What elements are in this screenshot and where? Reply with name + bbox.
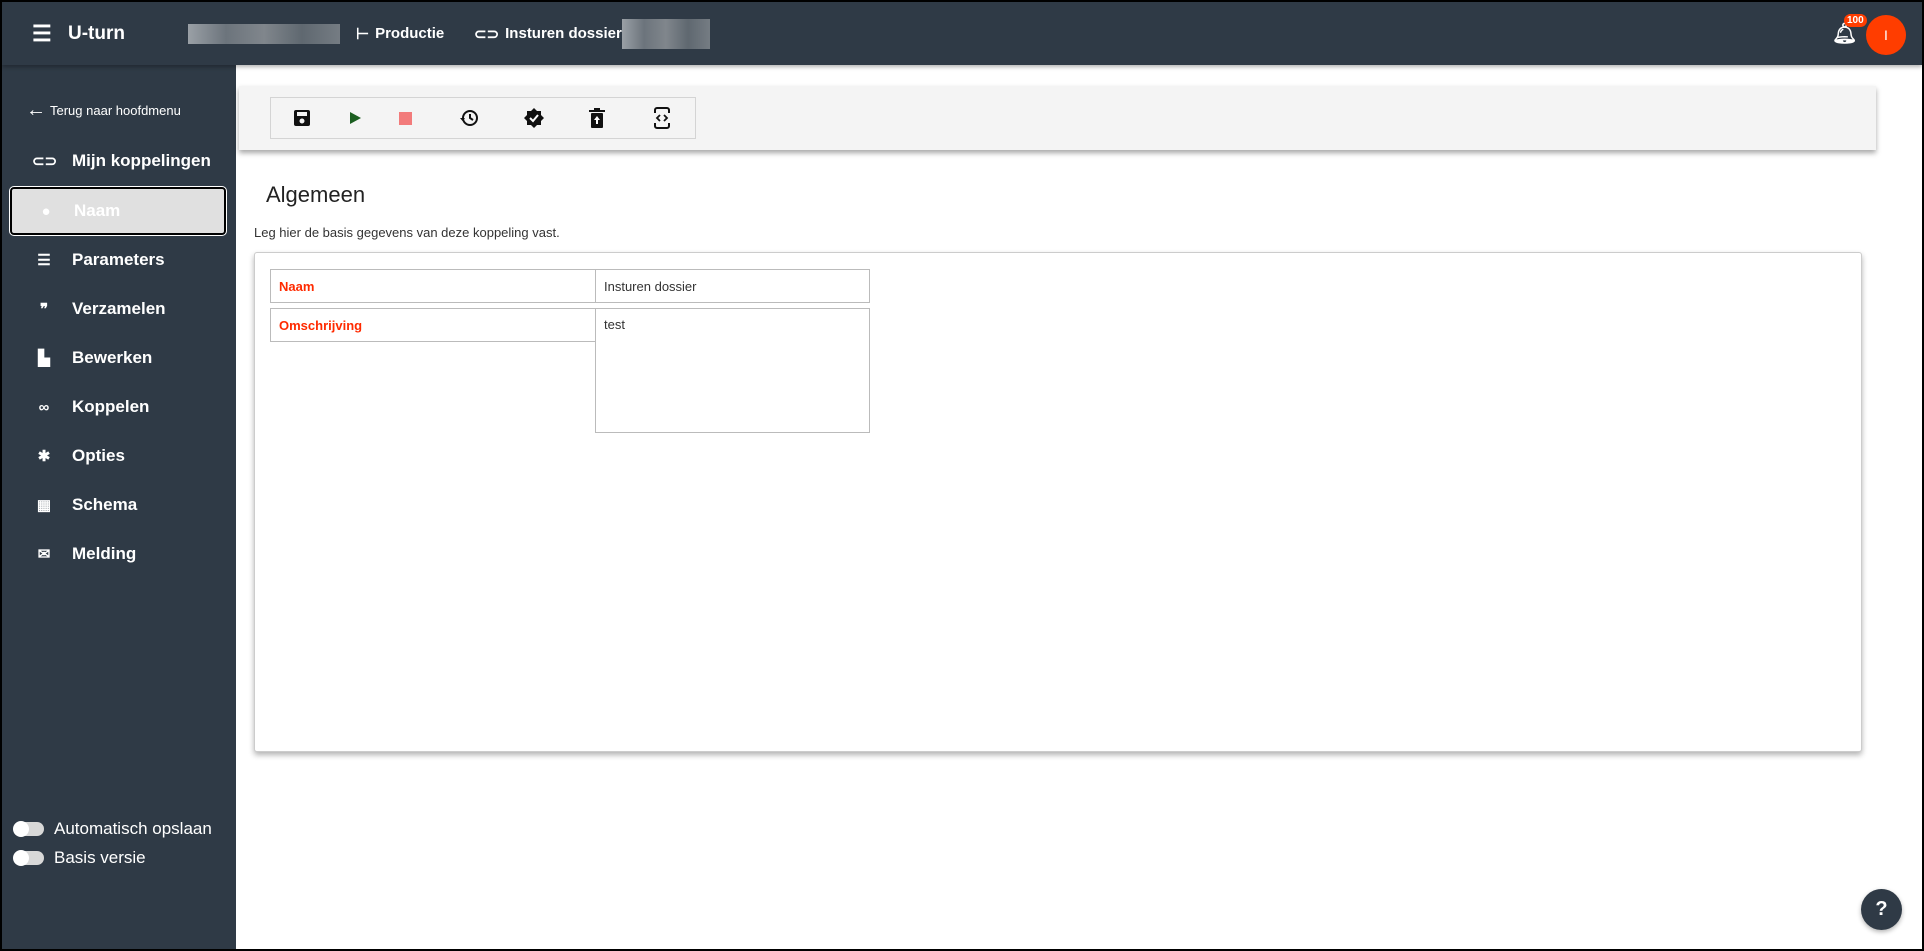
code-button[interactable] [647, 98, 677, 138]
history-icon [460, 110, 478, 126]
app-title[interactable]: U-turn [68, 2, 125, 65]
page-subtitle: Leg hier de basis gegevens van deze kopp… [254, 225, 560, 240]
envelope-icon: ✉ [37, 546, 51, 563]
toggle-switch[interactable] [13, 850, 44, 866]
link-icon: ⊂⊃ [474, 25, 500, 43]
sidebar-item-bewerken[interactable]: ▙ Bewerken [10, 334, 226, 382]
integration-breadcrumb[interactable]: ⊂⊃ Insturen dossier [474, 2, 710, 65]
save-icon [294, 110, 310, 126]
notification-badge: 100 [1844, 14, 1867, 27]
save-button[interactable] [287, 98, 317, 138]
bell-icon[interactable]: 🔔︎ [1832, 2, 1857, 65]
hierarchy-icon: ⊢ [356, 25, 370, 43]
redacted-text [188, 23, 340, 44]
verified-icon [524, 108, 544, 128]
sliders-icon: ☰ [37, 252, 51, 269]
sidebar-item-parameters[interactable]: ☰ Parameters [10, 236, 226, 284]
toolbar [239, 86, 1876, 150]
naam-label: Naam [270, 269, 596, 303]
table-icon: ▦ [36, 497, 52, 514]
toolbar-group [270, 97, 696, 139]
sidebar-item-koppelen[interactable]: ∞ Koppelen [10, 383, 226, 431]
bar-chart-icon: ▙ [38, 350, 50, 367]
help-button[interactable]: ? [1861, 889, 1902, 930]
gear-icon: ✱ [37, 448, 51, 465]
sidebar-item-opties[interactable]: ✱ Opties [10, 432, 226, 480]
omschrijving-label: Omschrijving [270, 308, 596, 342]
avatar[interactable]: I [1866, 15, 1906, 55]
naam-input[interactable]: Insturen dossier [595, 269, 870, 303]
history-button[interactable] [454, 98, 484, 138]
play-icon [350, 112, 361, 124]
form-card: Naam Insturen dossier Omschrijving test [254, 252, 1862, 752]
arrow-left-icon: ← [26, 99, 46, 121]
run-button[interactable] [340, 98, 370, 138]
app-window: ☰ U-turn ⊢ Productie ⊂⊃ Insturen dossier… [2, 2, 1922, 949]
quote-icon: ❞ [39, 301, 49, 318]
stop-button[interactable] [390, 98, 420, 138]
sidebar-item-naam[interactable]: ● Naam [9, 186, 227, 236]
page-title: Algemeen [266, 182, 366, 207]
sidebar-item-schema[interactable]: ▦ Schema [10, 481, 226, 529]
code-icon [654, 107, 670, 129]
toggle-switch[interactable] [13, 821, 44, 837]
environment-breadcrumb[interactable]: ⊢ Productie [356, 2, 444, 65]
menu-icon[interactable]: ☰ [32, 2, 52, 65]
validate-button[interactable] [519, 98, 549, 138]
stop-icon [398, 111, 412, 125]
sidebar-item-melding[interactable]: ✉ Melding [10, 530, 226, 578]
restore-from-trash-icon [589, 108, 605, 128]
sidebar: ← Terug naar hoofdmenu ⊂⊃ Mijn koppelinge… [2, 65, 236, 949]
link-icon: ∞ [38, 398, 50, 416]
back-to-main-menu-link[interactable]: ← Terug naar hoofdmenu [26, 99, 181, 122]
person-icon: ● [41, 202, 51, 220]
restore-button[interactable] [582, 98, 612, 138]
omschrijving-textarea[interactable]: test [595, 308, 870, 433]
autosave-toggle[interactable]: Automatisch opslaan [13, 819, 212, 839]
top-bar: ☰ U-turn ⊢ Productie ⊂⊃ Insturen dossier… [2, 2, 1922, 65]
base-version-toggle[interactable]: Basis versie [13, 848, 146, 868]
redacted-text [621, 18, 710, 49]
sidebar-item-verzamelen[interactable]: ❞ Verzamelen [10, 285, 226, 333]
my-links-link[interactable]: ⊂⊃ Mijn koppelingen [10, 137, 226, 185]
link-icon: ⊂⊃ [32, 153, 58, 170]
